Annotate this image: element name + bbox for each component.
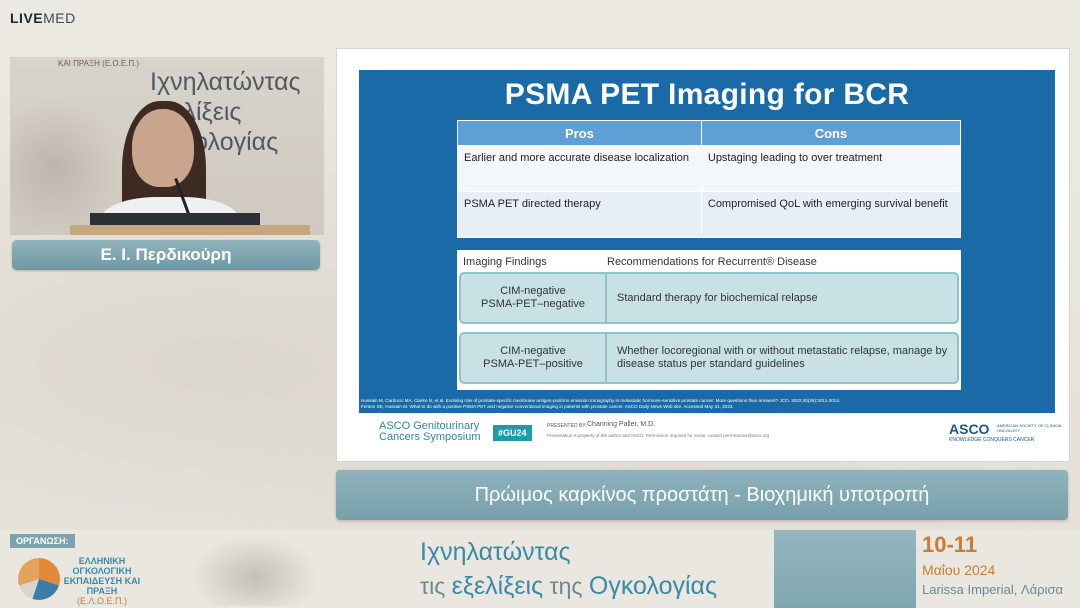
table-cell: Compromised QoL with emerging survival b… bbox=[700, 191, 962, 238]
table-row: PSMA PET directed therapy Compromised Qo… bbox=[457, 191, 962, 238]
event-title-line2: τις εξελίξεις της Ογκολογίας bbox=[420, 572, 717, 601]
event-venue: Larissa Imperial, Λάρισα bbox=[922, 582, 1064, 597]
asco-logo: ASCO bbox=[949, 421, 990, 437]
asco-tagline: KNOWLEDGE CONQUERS CANCER bbox=[949, 437, 1035, 443]
organizer-abbr: (Ε.Λ.Ο.Ε.Π.) bbox=[76, 596, 127, 606]
organizer-logo-icon bbox=[18, 558, 60, 600]
asco-subtitle: AMERICAN SOCIETY OF CLINICAL ONCOLOGY bbox=[997, 423, 1063, 433]
asco-gu-logo: ASCO Genitourinary Cancers Symposium bbox=[379, 420, 481, 443]
organizer-name-text: ΕΛΛΗΝΙΚΗ ΟΓΚΟΛΟΓΙΚΗ ΕΚΠΑΙΔΕΥΣΗ ΚΑΙ ΠΡΑΞΗ bbox=[63, 556, 141, 596]
title-word: της bbox=[543, 573, 589, 599]
event-title-line1: Ιχνηλατώντας bbox=[420, 538, 571, 566]
table-header-row: Pros Cons bbox=[457, 120, 962, 146]
speaker-name-plate: Ε. Ι. Περδικούρη bbox=[12, 240, 320, 270]
presenter-name: Channing Paller, M.D. bbox=[587, 421, 656, 428]
imaging-findings-header: Imaging Findings bbox=[463, 256, 547, 268]
recommendations-header: Recommendations for Recurrent® Disease bbox=[607, 256, 817, 268]
finding-label: CIM-negative PSMA-PET–positive bbox=[461, 334, 607, 382]
title-word: εξελίξεις bbox=[451, 572, 544, 600]
title-word: Ογκολογίας bbox=[588, 572, 718, 600]
table-cell: Upstaging leading to over treatment bbox=[700, 145, 962, 192]
event-month-year: Μαΐου 2024 bbox=[922, 562, 996, 578]
recommendations-panel: Imaging Findings Recommendations for Rec… bbox=[457, 250, 961, 390]
recommendation-text: Standard therapy for biochemical relapse bbox=[617, 291, 818, 304]
livemed-logo: LIVEMED bbox=[10, 10, 76, 26]
pros-cons-table: Pros Cons Earlier and more accurate dise… bbox=[457, 120, 962, 238]
event-banner: ΟΡΓΑΝΩΣΗ: ΕΛΛΗΝΙΚΗ ΟΓΚΟΛΟΓΙΚΗ ΕΚΠΑΙΔΕΥΣΗ… bbox=[0, 530, 1080, 608]
presented-by-label: PRESENTED BY: bbox=[547, 423, 587, 429]
speaker-face bbox=[132, 109, 194, 187]
references: Hussain M, Carducci MA, Clarke N, et al.… bbox=[361, 398, 1055, 410]
video-org-text: ΚΑΙ ΠΡΑΞΗ (Ε.Ο.Ε.Π.) bbox=[58, 59, 140, 68]
finding-label: CIM-negative PSMA-PET–negative bbox=[461, 274, 607, 322]
table-cell: PSMA PET directed therapy bbox=[457, 191, 702, 238]
banner-color-strip bbox=[774, 530, 916, 608]
reference-item: Fenton SE, Hussain M. What to do with a … bbox=[361, 404, 734, 409]
organizer-label: ΟΡΓΑΝΩΣΗ: bbox=[10, 534, 75, 548]
slide-title: PSMA PET Imaging for BCR bbox=[504, 78, 910, 111]
organizer-name: ΕΛΛΗΝΙΚΗ ΟΓΚΟΛΟΓΙΚΗ ΕΚΠΑΙΔΕΥΣΗ ΚΑΙ ΠΡΑΞΗ… bbox=[62, 556, 142, 606]
logo-rest: MED bbox=[43, 10, 76, 26]
presentation-slide: PSMA PET Imaging for BCR Pros Cons Earli… bbox=[336, 48, 1070, 462]
recommendation-row: CIM-negative PSMA-PET–positive Whether l… bbox=[459, 332, 959, 384]
session-caption: Πρώιμος καρκίνος προστάτη - Βιοχημική υπ… bbox=[336, 470, 1068, 520]
table-header-pros: Pros bbox=[457, 120, 702, 146]
podium bbox=[70, 225, 310, 235]
title-word: τις bbox=[420, 573, 452, 599]
event-dates: 10-11 bbox=[922, 532, 978, 557]
hashtag-badge: #GU24 bbox=[493, 425, 532, 441]
slide-footer: ASCO Genitourinary Cancers Symposium #GU… bbox=[337, 417, 1069, 457]
logo-bold: LIVE bbox=[10, 10, 44, 26]
recommendation-row: CIM-negative PSMA-PET–negative Standard … bbox=[459, 272, 959, 324]
presentation-note: Presentation is property of the author a… bbox=[547, 433, 770, 438]
speaker-video: ΚΑΙ ΠΡΑΞΗ (Ε.Ο.Ε.Π.) Ιχνηλατώντας εξελίξ… bbox=[10, 57, 324, 235]
table-row: Earlier and more accurate disease locali… bbox=[457, 145, 962, 192]
table-cell: Earlier and more accurate disease locali… bbox=[457, 145, 702, 192]
table-header-cons: Cons bbox=[700, 120, 962, 146]
recommendation-text: Whether locoregional with or without met… bbox=[617, 345, 948, 370]
slide-content: PSMA PET Imaging for BCR Pros Cons Earli… bbox=[359, 70, 1055, 413]
sketch-drawing bbox=[190, 534, 320, 606]
